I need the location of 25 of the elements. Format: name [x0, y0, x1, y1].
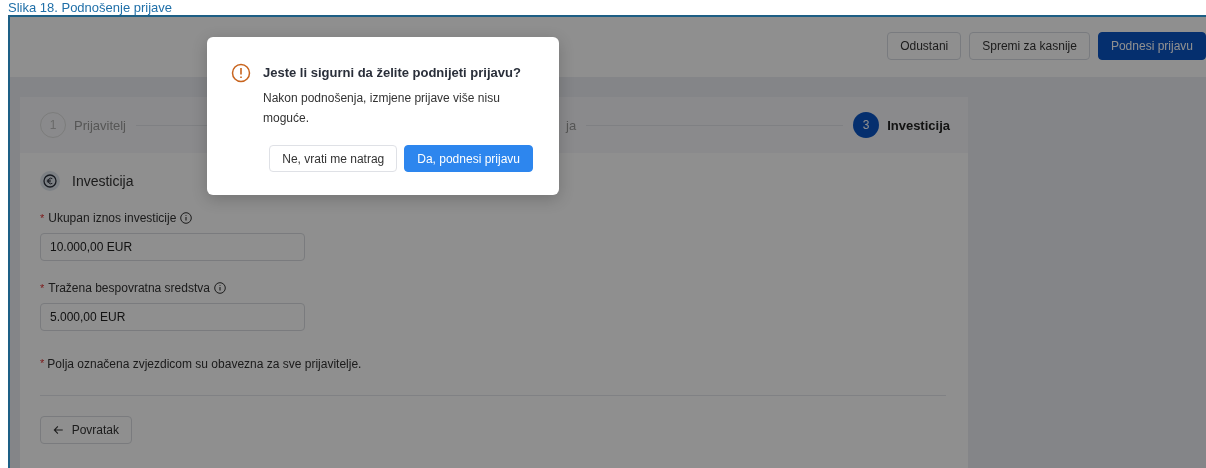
- back-button[interactable]: Povratak: [40, 416, 132, 444]
- figure-caption: Slika 18. Podnošenje prijave: [7, 0, 174, 15]
- input-field[interactable]: 10.000,00 EUR: [40, 233, 305, 261]
- arrow-left-icon: [53, 424, 64, 436]
- header-button[interactable]: Odustani: [887, 32, 962, 60]
- required-mark: *: [40, 212, 45, 224]
- dialog-message: Nakon podnošenja, izmjene prijave više nisu moguće.: [263, 90, 501, 127]
- section-title: Investicija: [72, 173, 134, 189]
- warning-icon: [231, 63, 251, 83]
- required-mark: *: [40, 282, 45, 294]
- field-label: Tražena bespovratna sredstva: [48, 281, 210, 295]
- submit-button[interactable]: Podnesi prijavu: [1097, 32, 1206, 60]
- cancel-button[interactable]: Ne, vrati me natrag: [269, 145, 398, 172]
- input-field[interactable]: 5.000,00 EUR: [40, 303, 305, 331]
- header-button[interactable]: Spremi za kasnije: [969, 32, 1090, 60]
- required-mark: *: [40, 357, 45, 371]
- required-note: Polja označena zvjezdicom su obavezna za sve prijavitelje.: [47, 357, 362, 371]
- dialog-title: Jeste li sigurni da želite podnijeti prijavu?: [263, 65, 521, 80]
- field-label: Ukupan iznos investicije: [48, 211, 177, 225]
- confirm-button[interactable]: Da, podnesi prijavu: [404, 145, 533, 172]
- step-label[interactable]: Investicija: [887, 117, 950, 133]
- info-icon: [213, 282, 226, 294]
- euro-icon: [40, 171, 60, 191]
- info-icon: [180, 212, 193, 224]
- step-number: 3: [853, 112, 880, 138]
